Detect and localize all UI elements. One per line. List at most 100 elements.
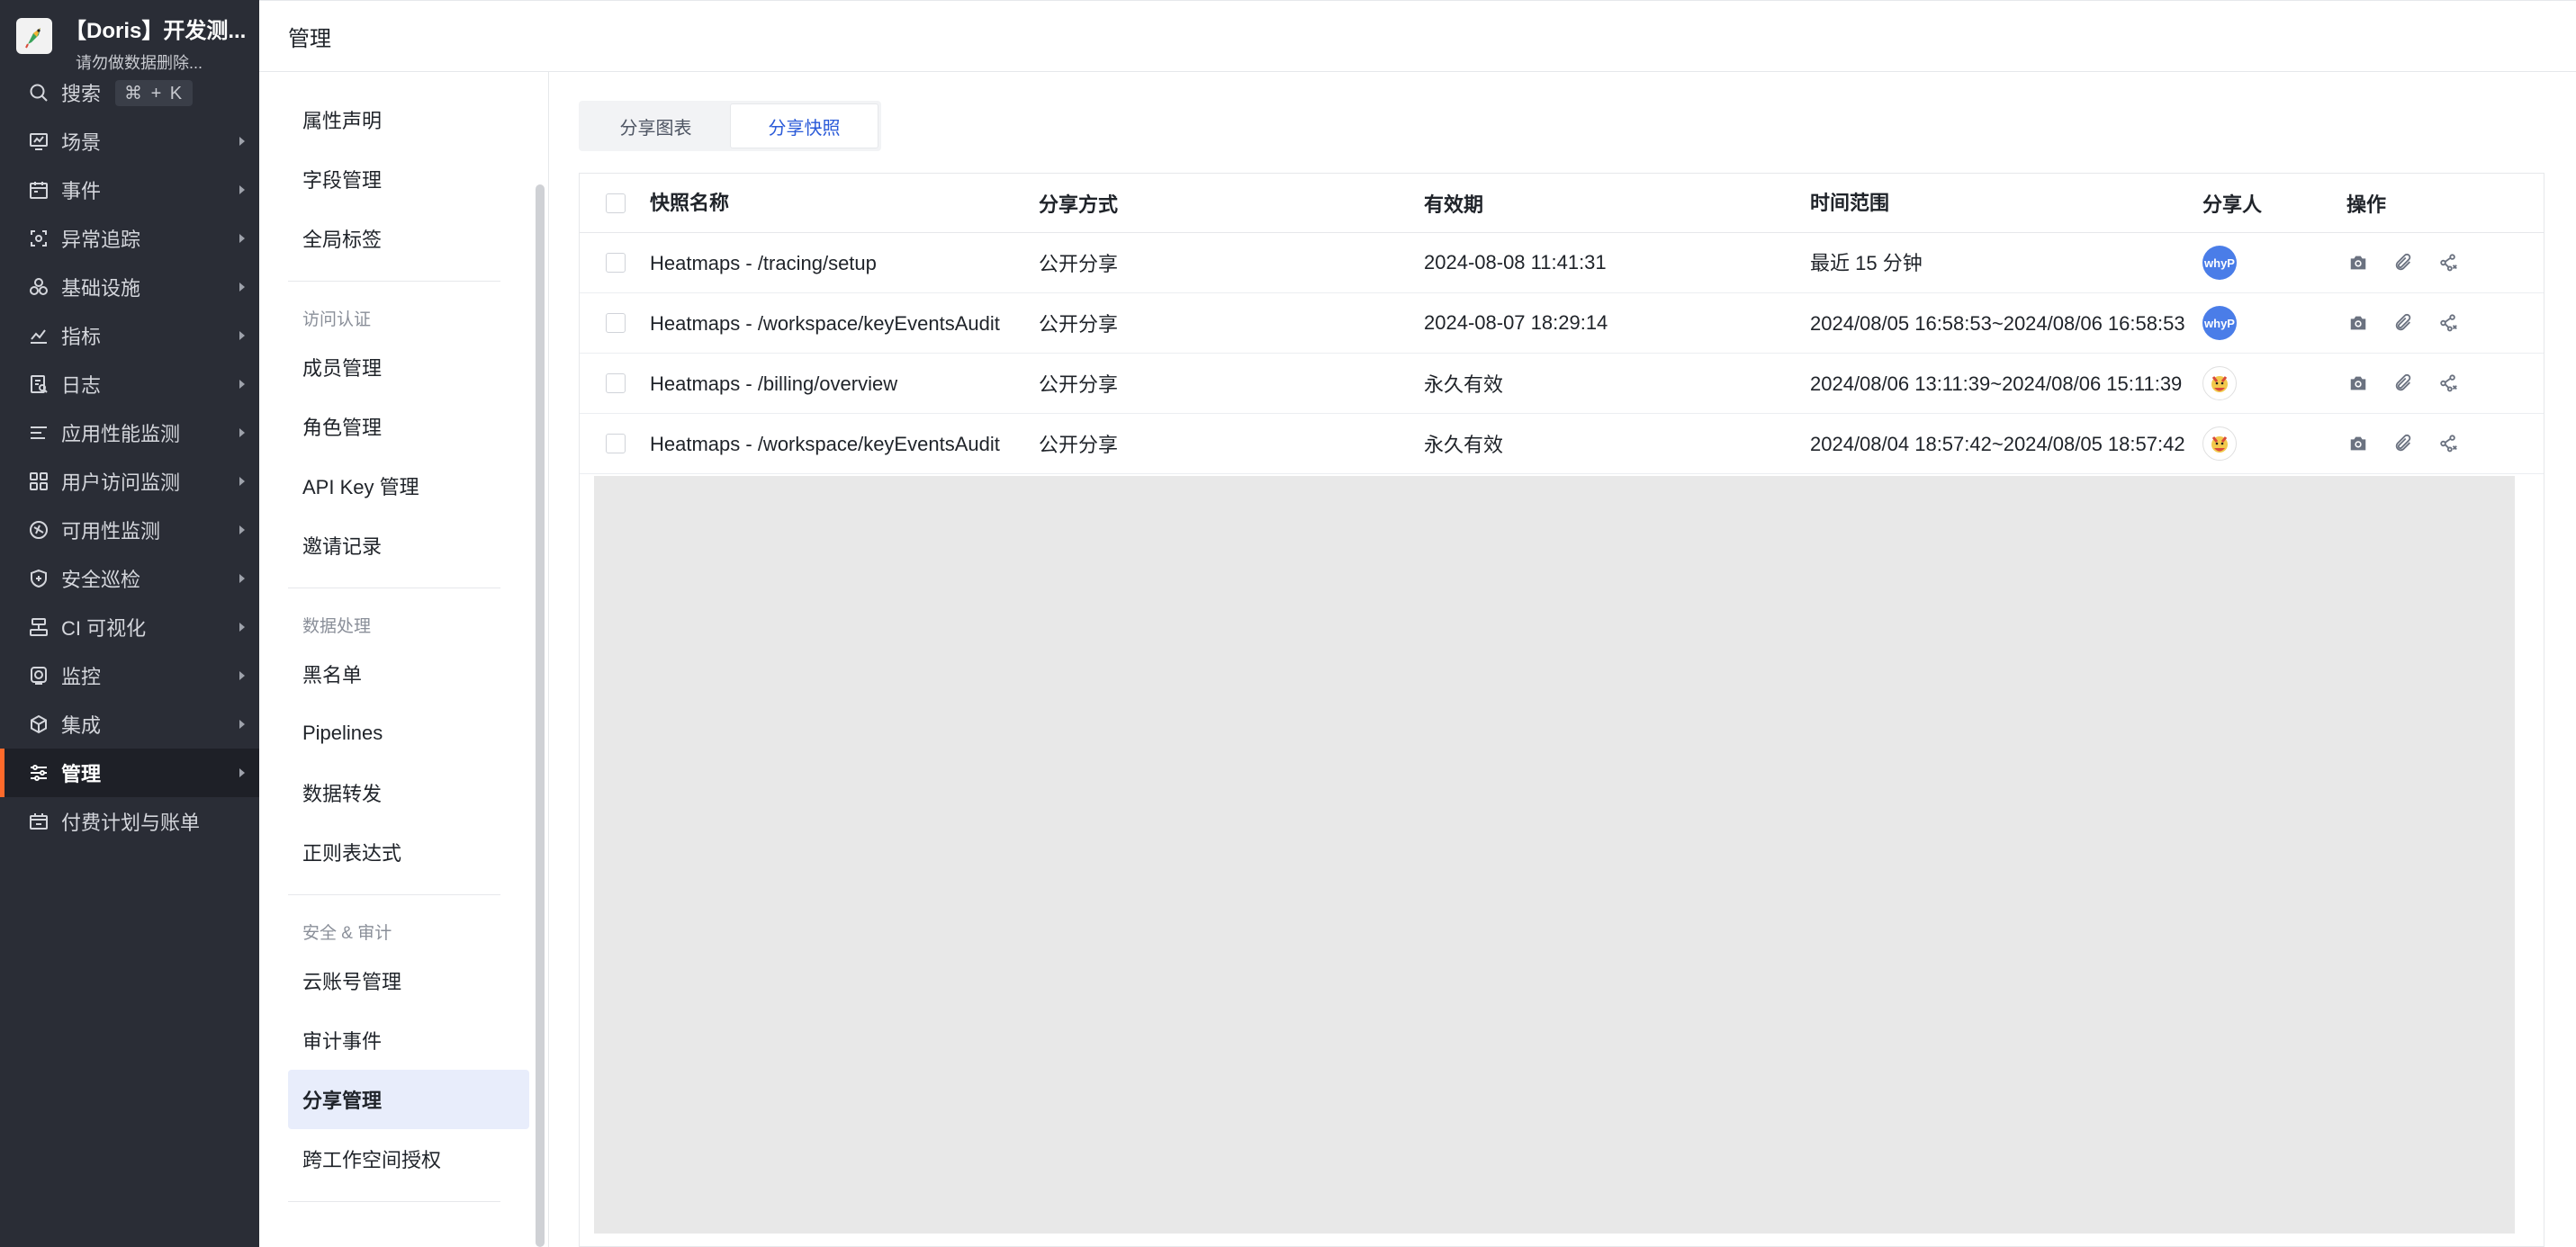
nav-item-scene[interactable]: 场景 — [0, 117, 259, 166]
shield-icon — [25, 565, 52, 592]
share-mode: 公开分享 — [1039, 253, 1119, 275]
column-header: 快照名称 — [650, 192, 730, 214]
share-cancel-icon[interactable] — [2436, 311, 2460, 335]
nav-item-security[interactable]: 安全巡检 — [0, 554, 259, 603]
nav-item-infrastructure[interactable]: 基础设施 — [0, 263, 259, 311]
share-cancel-icon[interactable] — [2436, 251, 2460, 274]
avatar[interactable]: whyP — [2202, 306, 2237, 340]
chevron-right-icon — [239, 428, 245, 437]
column-header: 时间范围 — [1810, 192, 1890, 214]
nav-item-monitor[interactable]: 监控 — [0, 651, 259, 700]
submenu-item-cloud-accounts[interactable]: 云账号管理 — [288, 951, 529, 1010]
table-row[interactable]: Heatmaps - /workspace/keyEventsAudit 公开分… — [580, 293, 2544, 354]
nav-label: 场景 — [61, 131, 102, 154]
submenu-item-attributes[interactable]: 属性声明 — [288, 90, 529, 149]
chevron-right-icon — [239, 477, 245, 486]
table-header: 快照名称 分享方式 有效期 时间范围 分享人 操作 — [580, 174, 2544, 233]
submenu-item-invitations[interactable]: 邀请记录 — [288, 516, 529, 575]
table-row[interactable]: Heatmaps - /workspace/keyEventsAudit 公开分… — [580, 414, 2544, 474]
chevron-right-icon — [239, 380, 245, 389]
divider — [288, 894, 500, 895]
snapshot-name: Heatmaps - /tracing/setup — [650, 251, 877, 274]
row-checkbox[interactable] — [606, 434, 626, 453]
workspace-name: 【Doris】开发测... — [65, 19, 247, 43]
attachment-icon[interactable] — [2391, 311, 2415, 335]
sliders-icon — [25, 759, 52, 786]
workspace-logo — [16, 18, 52, 54]
select-all-checkbox[interactable] — [606, 193, 626, 213]
submenu-group-title: 访问认证 — [302, 310, 372, 329]
snapshot-table: 快照名称 分享方式 有效期 时间范围 分享人 操作 Heatmaps - /tr… — [579, 173, 2544, 1247]
nav-item-availability[interactable]: 可用性监测 — [0, 506, 259, 554]
nav-item-billing[interactable]: 付费计划与账单 — [0, 797, 259, 846]
attachment-icon[interactable] — [2391, 251, 2415, 274]
nav-item-logs[interactable]: 日志 — [0, 360, 259, 408]
main-content: 分享图表 分享快照 快照名称 分享方式 有效期 时间范围 分享人 操作 Heat… — [550, 72, 2576, 1247]
submenu-scrollbar[interactable] — [536, 184, 545, 1247]
submenu-item-share-management[interactable]: 分享管理 — [288, 1070, 529, 1129]
nav-label: 事件 — [61, 180, 102, 202]
camera-icon[interactable] — [2346, 251, 2370, 274]
nav-item-integration[interactable]: 集成 — [0, 700, 259, 749]
avatar[interactable] — [2202, 366, 2237, 400]
submenu-item-fields[interactable]: 字段管理 — [288, 149, 529, 209]
table-row[interactable]: Heatmaps - /tracing/setup 公开分享 2024-08-0… — [580, 233, 2544, 293]
workspace-switcher[interactable]: 【Doris】开发测... 请勿做数据删除... — [0, 0, 259, 72]
submenu-item-api-key[interactable]: API Key 管理 — [288, 456, 529, 516]
expiry: 2024-08-08 11:41:31 — [1424, 251, 1607, 274]
submenu-item-data-forward[interactable]: 数据转发 — [288, 763, 529, 822]
table-row[interactable]: Heatmaps - /billing/overview 公开分享 永久有效 2… — [580, 354, 2544, 414]
monitor-target-icon — [25, 662, 52, 689]
tracking-icon — [25, 225, 52, 252]
submenu-item-cross-workspace[interactable]: 跨工作空间授权 — [288, 1129, 529, 1189]
camera-icon[interactable] — [2346, 432, 2370, 455]
time-range: 2024/08/04 18:57:42~2024/08/05 18:57:42 — [1810, 432, 2185, 455]
nav-search[interactable]: 搜索 ⌘ + K — [0, 68, 259, 117]
submenu-item-roles[interactable]: 角色管理 — [288, 397, 529, 456]
time-range: 最近 15 分钟 — [1810, 251, 1923, 274]
submenu-item-regex[interactable]: 正则表达式 — [288, 822, 529, 882]
nav-label: 集成 — [61, 714, 102, 737]
column-header: 分享方式 — [1039, 193, 1119, 216]
tab-shared-snapshots[interactable]: 分享快照 — [730, 103, 878, 148]
nav-label: 应用性能监测 — [61, 423, 181, 445]
main-sidebar: 【Doris】开发测... 请勿做数据删除... 搜索 ⌘ + K 场景 事件 … — [0, 0, 259, 1247]
avatar[interactable] — [2202, 426, 2237, 461]
management-submenu: 属性声明 字段管理 全局标签 访问认证 成员管理 角色管理 API Key 管理… — [259, 72, 549, 1247]
submenu-item-global-tags[interactable]: 全局标签 — [288, 209, 529, 268]
snapshot-name: Heatmaps - /workspace/keyEventsAudit — [650, 432, 1000, 455]
share-tabs: 分享图表 分享快照 — [579, 101, 881, 151]
nav-label: 日志 — [61, 374, 102, 397]
nav-label: 基础设施 — [61, 277, 141, 300]
submenu-item-pipelines[interactable]: Pipelines — [288, 704, 529, 763]
avatar[interactable]: whyP — [2202, 246, 2237, 280]
nav-item-rum[interactable]: 用户访问监测 — [0, 457, 259, 506]
attachment-icon[interactable] — [2391, 432, 2415, 455]
tab-shared-charts[interactable]: 分享图表 — [581, 103, 730, 148]
share-cancel-icon[interactable] — [2436, 372, 2460, 395]
chevron-right-icon — [239, 623, 245, 632]
row-checkbox[interactable] — [606, 253, 626, 273]
nav-label: CI 可视化 — [61, 617, 147, 640]
share-cancel-icon[interactable] — [2436, 432, 2460, 455]
nav-item-metrics[interactable]: 指标 — [0, 311, 259, 360]
submenu-item-members[interactable]: 成员管理 — [288, 337, 529, 397]
chevron-right-icon — [239, 234, 245, 243]
apm-icon — [25, 419, 52, 446]
nav-item-ci[interactable]: CI 可视化 — [0, 603, 259, 651]
camera-icon[interactable] — [2346, 372, 2370, 395]
nav-item-error-tracking[interactable]: 异常追踪 — [0, 214, 259, 263]
chevron-right-icon — [239, 768, 245, 777]
nav-item-events[interactable]: 事件 — [0, 166, 259, 214]
row-checkbox[interactable] — [606, 313, 626, 333]
chevron-right-icon — [239, 574, 245, 583]
camera-icon[interactable] — [2346, 311, 2370, 335]
attachment-icon[interactable] — [2391, 372, 2415, 395]
row-checkbox[interactable] — [606, 373, 626, 393]
submenu-item-blacklist[interactable]: 黑名单 — [288, 644, 529, 704]
nav-item-management[interactable]: 管理 — [0, 749, 259, 797]
nav-item-apm[interactable]: 应用性能监测 — [0, 408, 259, 457]
share-mode: 公开分享 — [1039, 373, 1119, 396]
submenu-item-audit-events[interactable]: 审计事件 — [288, 1010, 529, 1070]
logs-icon — [25, 371, 52, 398]
